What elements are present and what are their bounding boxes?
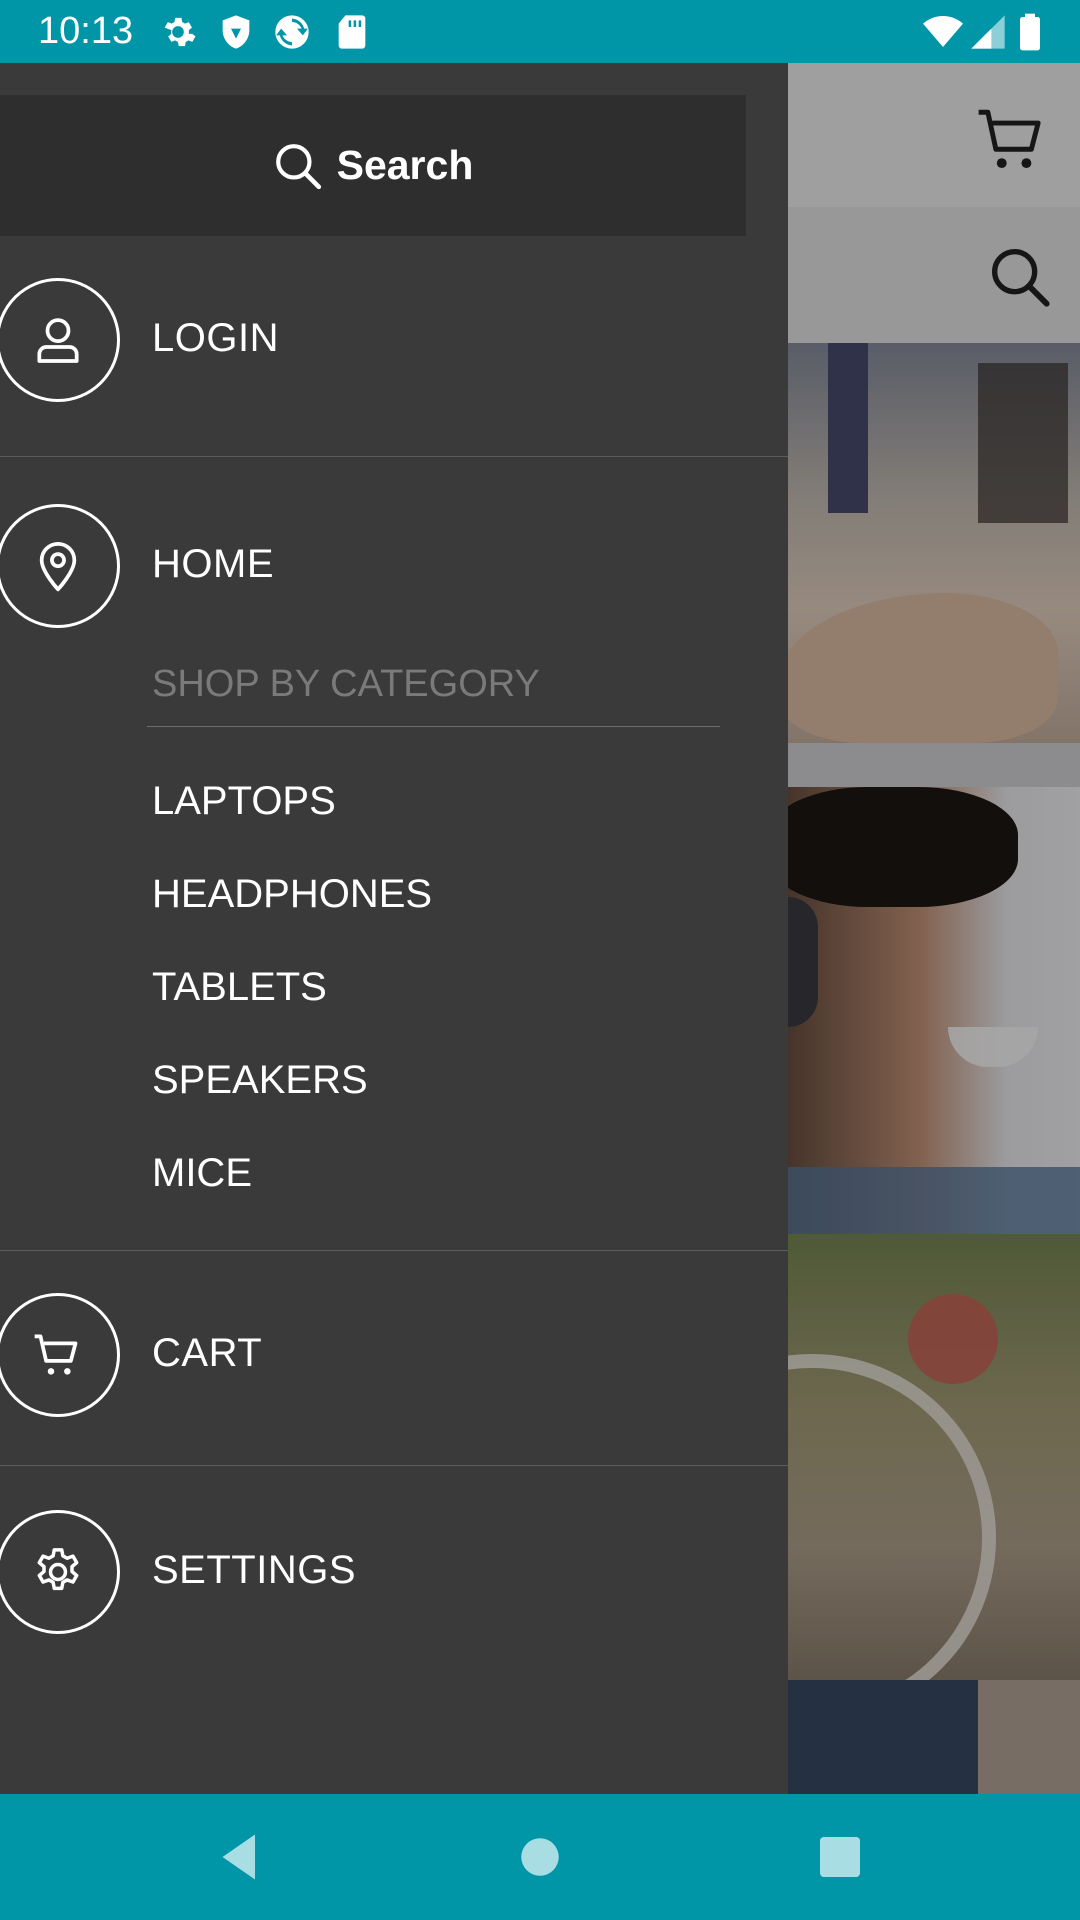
shield-icon bbox=[222, 15, 250, 49]
drawer-divider bbox=[0, 1465, 788, 1466]
gear-icon bbox=[164, 17, 196, 47]
status-time: 10:13 bbox=[38, 10, 134, 52]
location-pin-icon bbox=[39, 541, 77, 592]
drawer-divider bbox=[0, 456, 788, 457]
drawer-search-label: Search bbox=[336, 142, 474, 188]
category-item-tablets[interactable]: TABLETS bbox=[152, 965, 327, 1010]
category-item-laptops[interactable]: LAPTOPS bbox=[152, 779, 336, 824]
navigation-drawer: Search LOGIN HOME SHOP BY CATEGORY LAPTO… bbox=[0, 63, 788, 1794]
system-nav-bar bbox=[0, 1794, 1080, 1920]
user-icon bbox=[37, 318, 79, 363]
sd-card-icon bbox=[338, 15, 366, 49]
drawer-item-login[interactable]: LOGIN bbox=[0, 278, 788, 458]
drawer-divider bbox=[0, 1250, 788, 1251]
category-item-mice[interactable]: MICE bbox=[152, 1151, 252, 1196]
drawer-item-label: HOME bbox=[152, 542, 274, 586]
drawer-item-settings[interactable]: SETTINGS bbox=[0, 1510, 788, 1690]
shop-by-category-heading: SHOP BY CATEGORY bbox=[152, 663, 540, 705]
search-icon bbox=[275, 143, 321, 189]
back-button[interactable] bbox=[210, 1827, 270, 1887]
cart-icon bbox=[34, 1334, 78, 1375]
signal-icon bbox=[971, 15, 1005, 49]
home-button[interactable] bbox=[510, 1827, 570, 1887]
gear-icon bbox=[37, 1548, 79, 1591]
category-item-speakers[interactable]: SPEAKERS bbox=[152, 1058, 368, 1103]
category-divider bbox=[147, 726, 720, 727]
sync-icon bbox=[275, 15, 309, 49]
battery-icon bbox=[1020, 13, 1040, 51]
wifi-icon bbox=[923, 16, 963, 47]
drawer-item-cart[interactable]: CART bbox=[0, 1293, 788, 1473]
drawer-item-label: SETTINGS bbox=[152, 1548, 357, 1592]
settings-icon-circle bbox=[0, 1510, 120, 1634]
status-bar: 10:13 bbox=[0, 0, 1080, 63]
drawer-item-home[interactable]: HOME bbox=[0, 504, 788, 684]
cart-icon-circle bbox=[0, 1293, 120, 1417]
home-icon-circle bbox=[0, 504, 120, 628]
drawer-search-button[interactable]: Search bbox=[0, 95, 746, 236]
category-item-headphones[interactable]: HEADPHONES bbox=[152, 872, 432, 917]
recents-button[interactable] bbox=[810, 1827, 870, 1887]
login-icon-circle bbox=[0, 278, 120, 402]
drawer-item-label: CART bbox=[152, 1331, 263, 1375]
drawer-item-label: LOGIN bbox=[152, 316, 279, 360]
